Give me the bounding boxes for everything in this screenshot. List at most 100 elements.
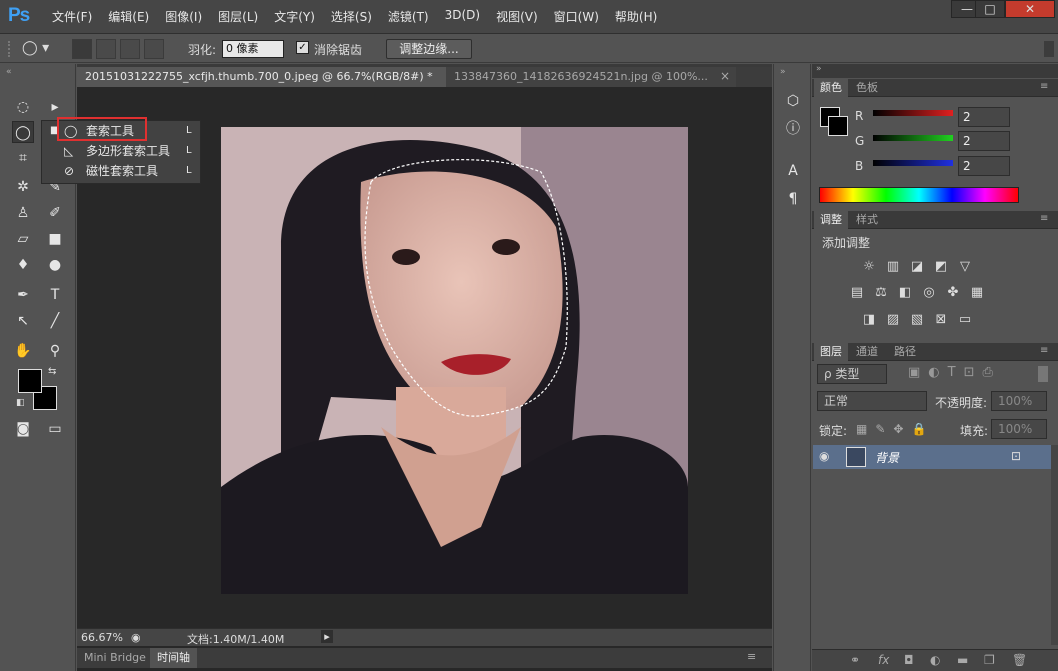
filter-icons[interactable]: ▣◐T⊡⎙ — [908, 365, 1028, 383]
red-slider[interactable] — [873, 110, 953, 116]
levels-icon[interactable]: ▥ — [884, 259, 902, 275]
subtract-selection-icon[interactable] — [120, 39, 140, 59]
stamp-tool-icon[interactable]: ♙ — [12, 202, 34, 224]
collapse-icon[interactable]: « — [6, 67, 12, 77]
hue-saturation-icon[interactable]: ▤ — [848, 285, 866, 301]
close-window-button[interactable]: ✕ — [1005, 0, 1055, 18]
move-tool-icon[interactable]: ▸ — [44, 96, 66, 118]
foreground-color-swatch[interactable] — [18, 369, 42, 393]
blur-tool-icon[interactable]: ♦ — [12, 254, 34, 276]
tab-adjustments[interactable]: 调整 — [814, 211, 848, 229]
default-colors-icon[interactable]: ◧ — [16, 398, 25, 408]
green-slider[interactable] — [873, 135, 953, 141]
layer-name[interactable]: 背景 — [875, 449, 899, 466]
tab2-close-icon[interactable]: × — [720, 69, 730, 83]
maximize-button[interactable]: □ — [975, 0, 1005, 18]
tab-timeline[interactable]: 时间轴 — [150, 648, 197, 668]
lock-icons[interactable]: ▦✎✥🔒 — [856, 422, 934, 436]
color-lookup-icon[interactable]: ▦ — [968, 285, 986, 301]
blue-value-input[interactable]: 2 — [958, 156, 1010, 176]
folder-icon[interactable]: ▬ — [957, 653, 968, 667]
menu-filter[interactable]: 滤镜(T) — [380, 8, 437, 25]
tab-color[interactable]: 颜色 — [814, 79, 848, 97]
fx-icon[interactable]: fx — [878, 653, 889, 667]
adjustment-layer-icon[interactable]: ◐ — [930, 653, 940, 667]
zoom-tool-icon[interactable]: ⚲ — [44, 340, 66, 362]
posterize-icon[interactable]: ▨ — [884, 312, 902, 328]
gradient-map-icon[interactable]: ▭ — [956, 312, 974, 328]
fill-input[interactable]: 100% — [991, 419, 1047, 439]
opacity-input[interactable]: 100% — [991, 391, 1047, 411]
tab-channels[interactable]: 通道 — [850, 343, 884, 361]
menu-help[interactable]: 帮助(H) — [607, 8, 665, 25]
bg-color-swatch[interactable] — [828, 116, 848, 136]
vibrance-icon[interactable]: ▽ — [956, 259, 974, 275]
exposure-icon[interactable]: ◩ — [932, 259, 950, 275]
trash-icon[interactable]: 🗑 — [1012, 653, 1027, 667]
menu-image[interactable]: 图像(I) — [157, 8, 210, 25]
mask-icon[interactable]: ◘ — [904, 653, 914, 667]
zoom-level[interactable]: 66.67% — [81, 631, 123, 644]
collapse-right-icon[interactable]: » — [816, 64, 822, 74]
screen-mode-icon[interactable]: ▭ — [44, 418, 66, 440]
status-menu-arrow-icon[interactable]: ▸ — [321, 630, 333, 643]
antialias-checkbox[interactable]: ✓ — [296, 41, 309, 54]
intersect-selection-icon[interactable] — [144, 39, 164, 59]
menu-view[interactable]: 视图(V) — [488, 8, 546, 25]
visibility-eye-icon[interactable]: ◉ — [819, 449, 829, 463]
add-selection-icon[interactable] — [96, 39, 116, 59]
flyout-item-polygonal-lasso[interactable]: ◺ 多边形套索工具 L — [42, 141, 202, 161]
green-value-input[interactable]: 2 — [958, 131, 1010, 151]
menu-type[interactable]: 文字(Y) — [266, 8, 323, 25]
photo-canvas[interactable] — [221, 127, 688, 594]
lasso-tool-icon[interactable]: ◯ — [12, 121, 34, 143]
photo-filter-icon[interactable]: ◎ — [920, 285, 938, 301]
menu-file[interactable]: 文件(F) — [44, 8, 100, 25]
panel-menu-icon[interactable]: ≡ — [1040, 213, 1048, 224]
grip-handle[interactable] — [8, 41, 12, 57]
menu-3d[interactable]: 3D(D) — [437, 8, 488, 25]
black-white-icon[interactable]: ◧ — [896, 285, 914, 301]
menu-edit[interactable]: 编辑(E) — [100, 8, 157, 25]
blend-mode-select[interactable]: 正常 — [817, 391, 927, 411]
layer-filter-select[interactable]: ρ 类型 — [817, 364, 887, 384]
flyout-item-magnetic-lasso[interactable]: ⊘ 磁性套索工具 L — [42, 161, 202, 181]
menu-select[interactable]: 选择(S) — [323, 8, 380, 25]
character-panel-icon[interactable]: A — [782, 160, 804, 182]
3d-panel-icon[interactable]: ⬡ — [782, 90, 804, 112]
eraser-tool-icon[interactable]: ▱ — [12, 228, 34, 250]
channel-mixer-icon[interactable]: ✤ — [944, 285, 962, 301]
status-icon[interactable]: ◉ — [131, 631, 141, 644]
history-brush-icon[interactable]: ✐ — [44, 202, 66, 224]
color-spectrum-bar[interactable] — [819, 187, 1019, 203]
lasso-preset-icon[interactable]: ◯ ▾ — [22, 40, 62, 60]
quick-mask-icon[interactable]: ◙ — [12, 418, 34, 440]
panel-menu-icon[interactable]: ≡ — [1040, 81, 1048, 92]
tab-document-2[interactable]: 133847360_14182636924521n.jpg @ 100%... — [446, 67, 736, 87]
line-tool-icon[interactable]: ╱ — [44, 310, 66, 332]
crop-tool-icon[interactable]: ⌗ — [12, 147, 34, 169]
filter-toggle[interactable] — [1038, 366, 1048, 382]
new-selection-icon[interactable] — [72, 39, 92, 59]
link-layers-icon[interactable]: ⚭ — [850, 653, 860, 667]
swap-colors-icon[interactable]: ⇆ — [48, 366, 56, 377]
tab-document-1[interactable]: 20151031222755_xcfjh.thumb.700_0.jpeg @ … — [77, 67, 446, 87]
layers-scrollbar[interactable] — [1051, 445, 1058, 645]
gradient-tool-icon[interactable]: ■ — [44, 228, 66, 250]
menu-layer[interactable]: 图层(L) — [210, 8, 266, 25]
dodge-tool-icon[interactable]: ● — [44, 254, 66, 276]
invert-icon[interactable]: ◨ — [860, 312, 878, 328]
pen-tool-icon[interactable]: ✒ — [12, 284, 34, 306]
panel-menu-icon[interactable]: ≡ — [747, 650, 756, 663]
info-panel-icon[interactable]: ⓘ — [782, 118, 804, 140]
marquee-tool-icon[interactable]: ◌ — [12, 96, 34, 118]
red-value-input[interactable]: 2 — [958, 107, 1010, 127]
hand-tool-icon[interactable]: ✋ — [12, 340, 34, 362]
threshold-icon[interactable]: ▧ — [908, 312, 926, 328]
refine-edge-button[interactable]: 调整边缘... — [386, 39, 472, 59]
healing-tool-icon[interactable]: ✲ — [12, 176, 34, 198]
tab-paths[interactable]: 路径 — [888, 343, 922, 361]
selective-color-icon[interactable]: ⊠ — [932, 312, 950, 328]
tab-mini-bridge[interactable]: Mini Bridge — [77, 648, 153, 668]
tab-styles[interactable]: 样式 — [850, 211, 884, 229]
